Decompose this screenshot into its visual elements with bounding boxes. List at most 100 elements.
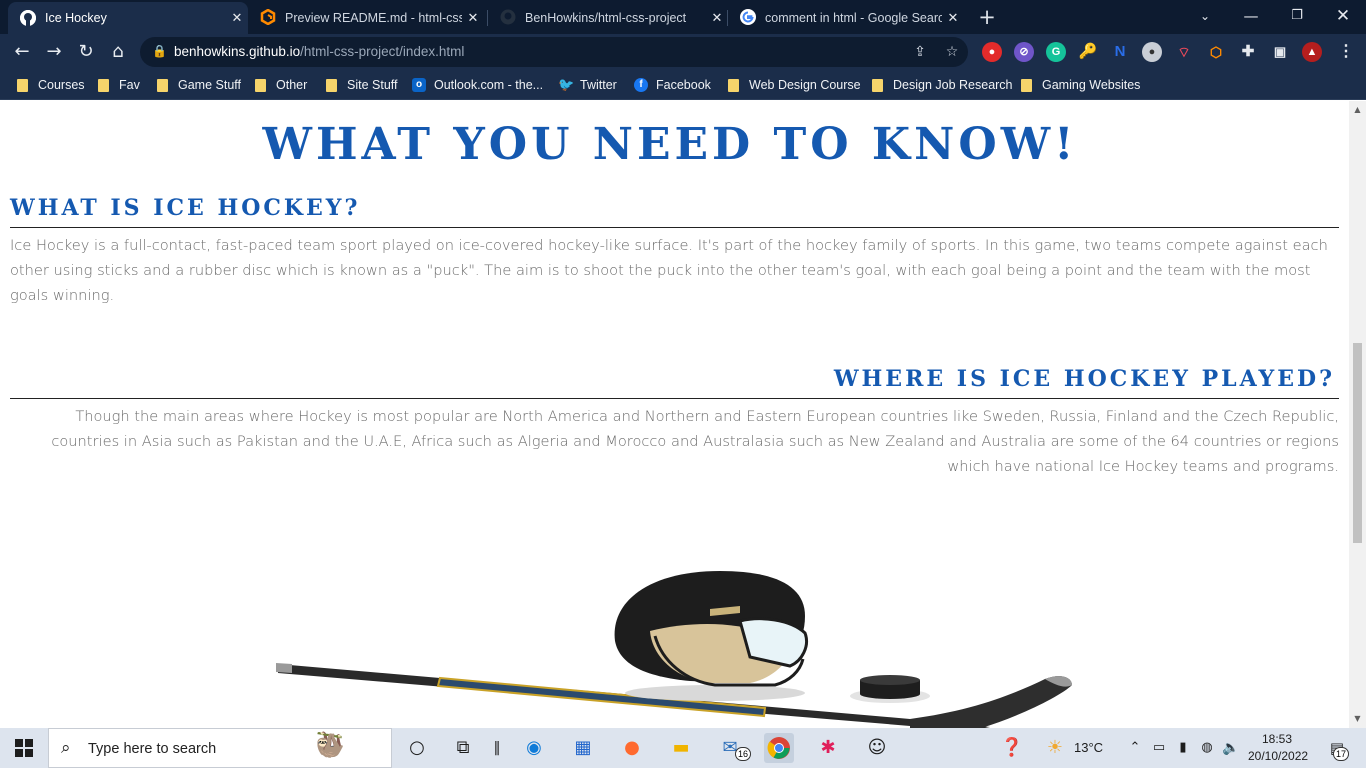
widgets-icon[interactable]: ‖ (482, 733, 512, 763)
scroll-down-icon[interactable]: ▼ (1349, 712, 1366, 726)
new-tab-button[interactable]: + (974, 5, 1000, 31)
minimize-button[interactable]: — (1228, 0, 1274, 32)
close-window-button[interactable]: ✕ (1320, 0, 1366, 32)
section-text-what-is: Ice Hockey is a full-contact, fast-paced… (10, 237, 1328, 304)
grammarly-extension-icon[interactable]: G (1046, 42, 1066, 62)
folder-icon (255, 78, 266, 92)
facebook-icon: f (634, 78, 648, 92)
folder-icon (17, 78, 28, 92)
share-icon[interactable]: ⇪ (910, 42, 930, 62)
notification-badge: 17 (1333, 747, 1349, 761)
close-tab-icon[interactable]: ✕ (942, 10, 964, 26)
close-tab-icon[interactable]: ✕ (226, 10, 248, 26)
folder-icon (728, 78, 739, 92)
broadcast-extension-icon[interactable]: ⌔ (1174, 42, 1194, 62)
windows-taskbar: ⌕ Type here to search 🦥 ○ ⧉ ‖ ◉ ▦ ● ▬ ✉ … (0, 728, 1366, 768)
page-viewport: WHAT YOU NEED TO KNOW! WHAT IS ICE HOCKE… (0, 101, 1366, 728)
start-button[interactable] (9, 733, 39, 763)
page-scrollbar[interactable]: ▲ ▼ (1349, 101, 1366, 728)
task-view-icon[interactable]: ⧉ (448, 733, 478, 763)
folder-icon (1021, 78, 1032, 92)
google-icon (740, 8, 756, 28)
help-icon[interactable]: ❓ (997, 733, 1027, 763)
twitter-icon: 🐦 (558, 77, 575, 92)
bookmark-web-design-course[interactable]: Web Design Course (728, 76, 861, 94)
bookmark-courses[interactable]: Courses (17, 76, 85, 94)
reload-button[interactable]: ↻ (73, 39, 99, 65)
tab-title: comment in html - Google Search (765, 11, 942, 25)
folder-icon (326, 78, 337, 92)
n-extension-icon[interactable]: N (1110, 42, 1130, 62)
github-icon (20, 10, 36, 26)
bookmark-twitter[interactable]: 🐦 Twitter (558, 76, 617, 94)
bookmark-outlook[interactable]: o Outlook.com - the... (412, 76, 543, 94)
bookmark-site-stuff[interactable]: Site Stuff (326, 76, 398, 94)
bookmark-fav[interactable]: Fav (98, 76, 140, 94)
github-icon (500, 9, 516, 28)
gitpod-extension-icon[interactable]: ⬡ (1206, 42, 1226, 62)
slack-icon[interactable]: ✱ (813, 733, 843, 763)
clock-time[interactable]: 18:53 (1262, 732, 1292, 746)
folder-icon (157, 78, 168, 92)
forward-button[interactable]: → (41, 39, 67, 65)
page-title: WHAT YOU NEED TO KNOW! (262, 119, 1078, 170)
taskbar-search-input[interactable]: ⌕ Type here to search 🦥 (48, 728, 392, 768)
folder-icon (872, 78, 883, 92)
bookmarks-bar: Courses Fav Game Stuff Other Site Stuff … (0, 70, 1366, 100)
back-button[interactable]: ← (9, 39, 35, 65)
bookmark-design-job-research[interactable]: Design Job Research (872, 76, 1013, 94)
profile-avatar-icon[interactable]: ▲ (1302, 42, 1322, 62)
tab-title: Ice Hockey (45, 11, 107, 25)
privacy-extension-icon[interactable]: ⊘ (1014, 42, 1034, 62)
tab-strip: Ice Hockey ✕ Preview README.md - html-cs… (0, 0, 1366, 34)
tab-title: Preview README.md - html-css-p (285, 11, 462, 25)
divider (10, 398, 1339, 399)
bookmark-other[interactable]: Other (255, 76, 307, 94)
close-tab-icon[interactable]: ✕ (462, 10, 484, 26)
tab-search-chevron-icon[interactable]: ⌄ (1182, 0, 1228, 32)
weather-icon[interactable]: ☀ (1040, 733, 1070, 763)
tab-github-repo[interactable]: BenHowkins/html-css-project ✕ (488, 2, 728, 34)
profile-extension-icon[interactable]: ● (1142, 42, 1162, 62)
scrollbar-thumb[interactable] (1353, 343, 1362, 543)
folder-icon (98, 78, 109, 92)
url-text: benhowkins.github.io/html-css-project/in… (174, 44, 465, 59)
scroll-up-icon[interactable]: ▲ (1349, 103, 1366, 117)
mail-icon[interactable]: ✉ 16 (715, 733, 751, 763)
tab-google-search[interactable]: comment in html - Google Search ✕ (728, 2, 964, 34)
cortana-icon[interactable]: ○ (402, 733, 432, 763)
extensions-puzzle-icon[interactable]: ✚ (1238, 42, 1258, 62)
edge-icon[interactable]: ◉ (519, 733, 549, 763)
weather-temperature[interactable]: 13°C (1074, 740, 1103, 755)
restore-button[interactable]: ❐ (1274, 0, 1320, 32)
mail-badge: 16 (735, 747, 751, 761)
tab-preview-readme[interactable]: Preview README.md - html-css-p ✕ (248, 2, 484, 34)
adblock-extension-icon[interactable]: ● (982, 42, 1002, 62)
lock-icon[interactable]: 🔒 (152, 44, 167, 58)
sloth-decoration-icon: 🦥 (315, 731, 345, 759)
key-extension-icon[interactable]: 🔑 (1078, 42, 1098, 62)
firefox-icon[interactable]: ● (617, 733, 647, 763)
clock-date[interactable]: 20/10/2022 (1248, 749, 1308, 763)
tab-ice-hockey[interactable]: Ice Hockey ✕ (8, 2, 248, 34)
bookmark-gaming-websites[interactable]: Gaming Websites (1021, 76, 1140, 94)
bookmark-star-icon[interactable]: ☆ (942, 42, 962, 62)
menu-kebab-icon[interactable]: ⋮ (1336, 42, 1356, 62)
bookmark-facebook[interactable]: f Facebook (634, 76, 711, 94)
section-text-where-played: Though the main areas where Hockey is mo… (51, 408, 1339, 475)
gitpod-icon (260, 8, 276, 28)
search-icon: ⌕ (61, 738, 71, 758)
chrome-icon[interactable] (764, 733, 794, 763)
home-button[interactable]: ⌂ (105, 39, 131, 65)
volume-icon[interactable]: 🔈 (1216, 733, 1246, 763)
outlook-icon: o (412, 78, 426, 92)
browser-toolbar: ← → ↻ ⌂ 🔒 benhowkins.github.io/html-css-… (0, 34, 1366, 70)
feedback-smiley-icon[interactable]: ☺ (862, 733, 892, 763)
address-bar[interactable]: 🔒 benhowkins.github.io/html-css-project/… (140, 37, 968, 67)
bookmark-game-stuff[interactable]: Game Stuff (157, 76, 241, 94)
reading-list-icon[interactable]: ▣ (1270, 42, 1290, 62)
notifications-icon[interactable]: ▤ 17 (1322, 733, 1352, 763)
file-explorer-icon[interactable]: ▬ (666, 733, 696, 763)
store-icon[interactable]: ▦ (568, 733, 598, 763)
close-tab-icon[interactable]: ✕ (706, 10, 728, 26)
